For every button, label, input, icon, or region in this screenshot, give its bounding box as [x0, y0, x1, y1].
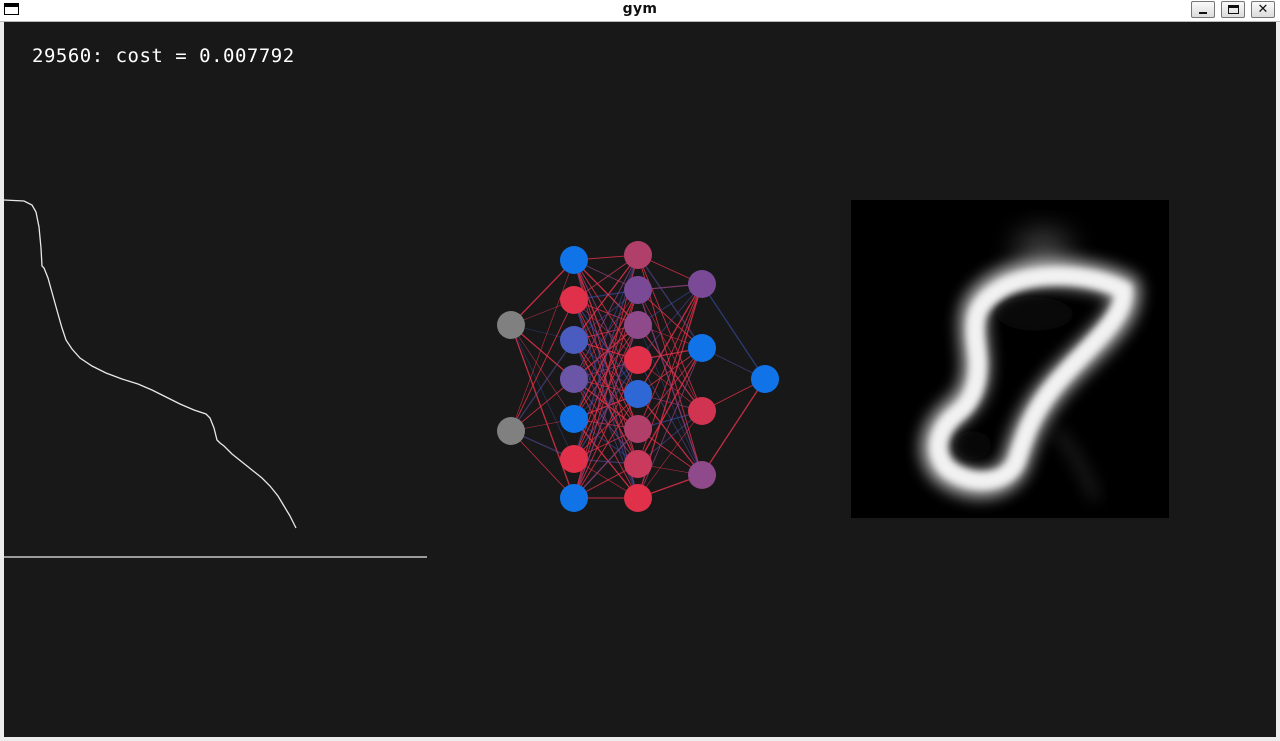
- neuron-layer2-0: [624, 241, 652, 269]
- minimize-button[interactable]: [1191, 1, 1215, 18]
- neuron-layer0-1: [497, 417, 525, 445]
- neuron-layer2-4: [624, 380, 652, 408]
- render-canvas: 29560: cost = 0.007792: [4, 22, 1276, 737]
- neuron-layer2-5: [624, 415, 652, 443]
- maximize-button[interactable]: [1221, 1, 1245, 18]
- neuron-layer3-3: [688, 461, 716, 489]
- connection-3-0-0: [701, 283, 766, 380]
- neuron-layer1-5: [560, 445, 588, 473]
- neuron-layer2-1: [624, 276, 652, 304]
- app-window: gym ✕ 29560: cost = 0.007792: [0, 0, 1280, 741]
- neuron-layer3-0: [688, 270, 716, 298]
- neuron-layer3-2: [688, 397, 716, 425]
- neuron-layer1-4: [560, 405, 588, 433]
- neuron-layer0-0: [497, 311, 525, 339]
- neuron-layer1-6: [560, 484, 588, 512]
- title-bar[interactable]: gym ✕: [0, 0, 1280, 22]
- neuron-layer2-7: [624, 484, 652, 512]
- neurons: [497, 241, 779, 512]
- neuron-layer4-0: [751, 365, 779, 393]
- window-title: gym: [622, 1, 658, 17]
- connection-3-3-0: [701, 378, 766, 476]
- neuron-layer1-0: [560, 246, 588, 274]
- neuron-layer1-1: [560, 286, 588, 314]
- neuron-layer3-1: [688, 334, 716, 362]
- close-button[interactable]: ✕: [1251, 1, 1275, 18]
- minimize-icon: [1199, 12, 1207, 14]
- neuron-layer1-2: [560, 326, 588, 354]
- neuron-layer2-6: [624, 450, 652, 478]
- close-icon: ✕: [1257, 2, 1269, 17]
- digit-render: [921, 230, 1140, 502]
- maximize-icon: [1228, 5, 1239, 14]
- neuron-layer2-2: [624, 311, 652, 339]
- neuron-layer2-3: [624, 346, 652, 374]
- output-digit-image: [851, 200, 1169, 518]
- neuron-layer1-3: [560, 365, 588, 393]
